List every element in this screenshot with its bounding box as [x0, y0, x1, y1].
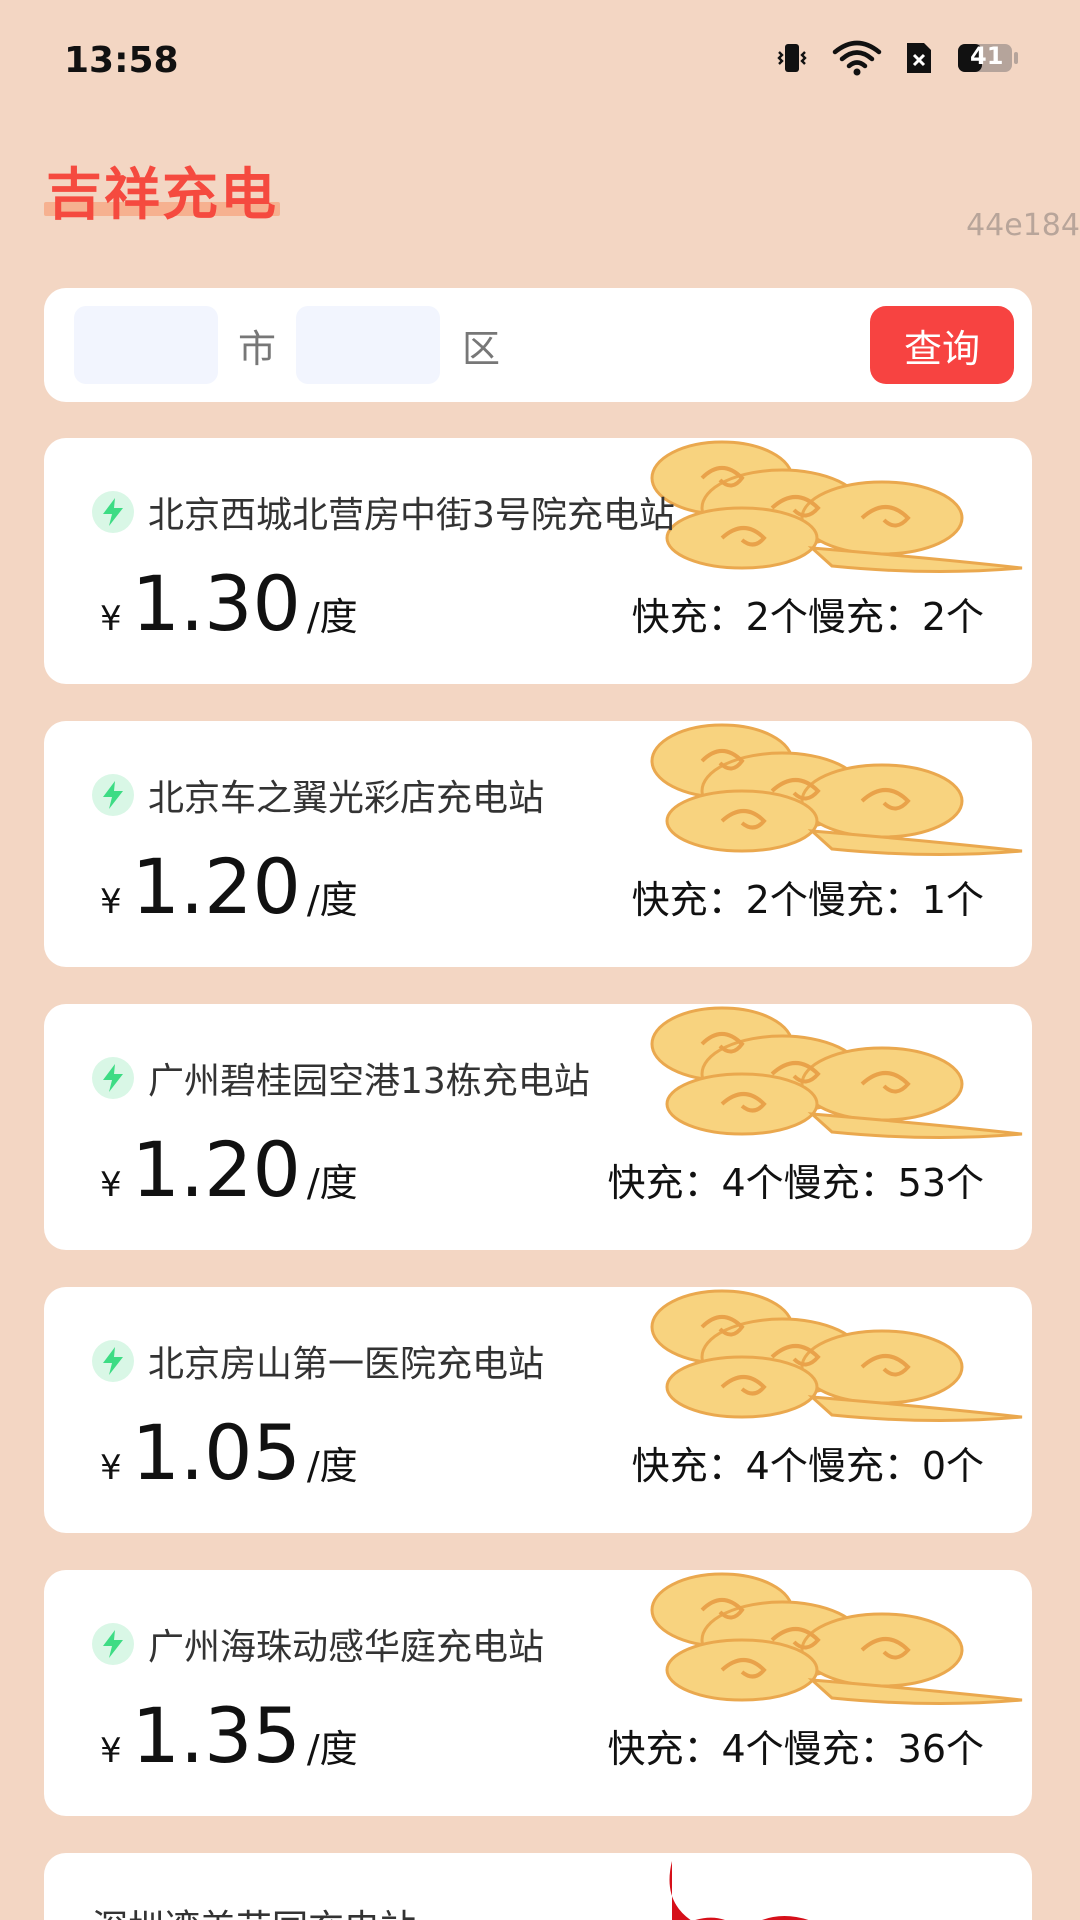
price-value: 1.05 [131, 1408, 301, 1497]
cloud-decoration-icon [650, 1289, 1023, 1423]
cloud-decoration-icon [650, 1572, 1023, 1706]
station-card[interactable]: 北京西城北营房中街3号院充电站 ¥ 1.30 /度 快充：2个慢充：2个 [44, 438, 1032, 684]
price-unit: /度 [306, 595, 358, 639]
station-name-row: 广州碧桂园空港13栋充电站 [92, 1052, 590, 1104]
station-name-row: 北京车之翼光彩店充电站 [92, 769, 544, 821]
charger-counts: 快充：4个慢充：36个 [607, 1727, 984, 1771]
status-icons: 41 [774, 40, 1020, 76]
station-card[interactable]: 广州碧桂园空港13栋充电站 ¥ 1.20 /度 快充：4个慢充：53个 [44, 1004, 1032, 1250]
battery-icon: 41 [956, 40, 1020, 76]
page-title: 吉祥充电 [46, 163, 278, 228]
station-list: 北京西城北营房中街3号院充电站 ¥ 1.30 /度 快充：2个慢充：2个 北京车… [44, 438, 1032, 1920]
price-row: ¥ 1.35 /度 [100, 1698, 358, 1774]
charger-counts: 快充：4个慢充：0个 [631, 1444, 984, 1488]
cloud-decoration-icon [650, 440, 1023, 574]
currency-symbol: ¥ [100, 882, 122, 922]
price-unit: /度 [306, 1444, 358, 1488]
cloud-decoration-icon [650, 1006, 1023, 1140]
price-unit: /度 [306, 878, 358, 922]
lightning-icon [92, 774, 134, 816]
lightning-icon [92, 1340, 134, 1382]
status-time: 13:58 [64, 40, 179, 81]
station-card[interactable]: 北京房山第一医院充电站 ¥ 1.05 /度 快充：4个慢充：0个 [44, 1287, 1032, 1533]
price-unit: /度 [306, 1161, 358, 1205]
status-bar: 13:58 41 [0, 0, 1080, 120]
station-name: 北京房山第一医院充电站 [148, 1344, 545, 1385]
district-input[interactable] [296, 306, 440, 384]
price-value: 1.35 [131, 1691, 301, 1780]
currency-symbol: ¥ [100, 1731, 122, 1771]
charger-counts: 快充：4个慢充：53个 [607, 1161, 984, 1205]
app-screen: 13:58 41 吉祥充电 44e184 市 区 查询 北京西城北营房中街3号院… [0, 0, 1080, 1920]
price-unit: /度 [306, 1727, 358, 1771]
battery-level: 41 [970, 42, 1004, 70]
station-name-row: 北京房山第一医院充电站 [92, 1335, 544, 1387]
station-card[interactable]: 广州海珠动感华庭充电站 ¥ 1.35 /度 快充：4个慢充：36个 [44, 1570, 1032, 1816]
price-row: ¥ 1.20 /度 [100, 849, 358, 925]
wifi-icon [832, 40, 882, 76]
lightning-icon [92, 1623, 134, 1665]
station-name-row: 北京西城北营房中街3号院充电站 [92, 486, 675, 538]
price-row: ¥ 1.30 /度 [100, 566, 358, 642]
city-unit-label: 市 [238, 327, 277, 371]
currency-symbol: ¥ [100, 1165, 122, 1205]
currency-symbol: ¥ [100, 599, 122, 639]
station-name: 深圳湾美花园充电站 [92, 1899, 416, 1920]
search-bar: 市 区 查询 [44, 288, 1032, 402]
build-id: 44e184 [966, 208, 1080, 243]
currency-symbol: ¥ [100, 1448, 122, 1488]
station-name: 广州海珠动感华庭充电站 [148, 1627, 545, 1668]
station-card[interactable]: 深圳湾美花园充电站 [44, 1853, 1032, 1920]
cloud-decoration-icon [650, 723, 1023, 857]
price-row: ¥ 1.05 /度 [100, 1415, 358, 1491]
red-decoration-icon [669, 1861, 809, 1920]
sim-off-icon [904, 40, 934, 76]
charger-counts: 快充：2个慢充：2个 [631, 595, 984, 639]
vibrate-icon [774, 40, 810, 76]
station-name-row: 广州海珠动感华庭充电站 [92, 1618, 544, 1670]
price-value: 1.30 [131, 559, 301, 648]
station-name: 北京车之翼光彩店充电站 [148, 778, 545, 819]
charger-counts: 快充：2个慢充：1个 [631, 878, 984, 922]
station-name: 北京西城北营房中街3号院充电站 [148, 495, 675, 536]
station-name: 广州碧桂园空港13栋充电站 [148, 1061, 590, 1102]
price-row: ¥ 1.20 /度 [100, 1132, 358, 1208]
city-input[interactable] [74, 306, 218, 384]
district-unit-label: 区 [462, 327, 501, 371]
station-card[interactable]: 北京车之翼光彩店充电站 ¥ 1.20 /度 快充：2个慢充：1个 [44, 721, 1032, 967]
lightning-icon [92, 1057, 134, 1099]
lightning-icon [92, 491, 134, 533]
station-name-row: 深圳湾美花园充电站 [92, 1899, 416, 1920]
price-value: 1.20 [131, 1125, 301, 1214]
price-value: 1.20 [131, 842, 301, 931]
query-button[interactable]: 查询 [870, 306, 1014, 384]
